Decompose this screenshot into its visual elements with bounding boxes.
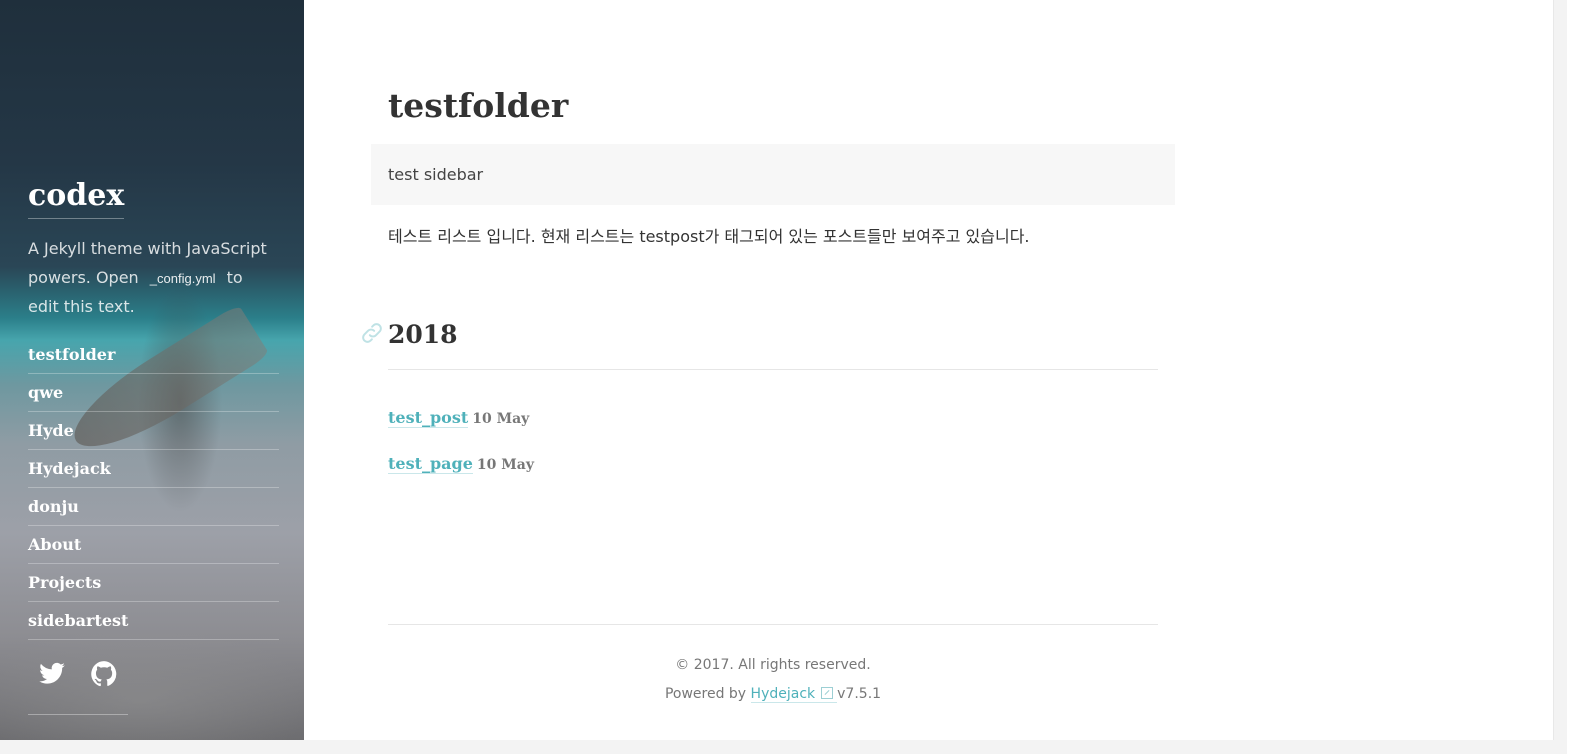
sidebar-item-testfolder[interactable]: testfolder	[28, 337, 279, 374]
horizontal-scrollbar[interactable]	[0, 740, 1567, 754]
anchor-link-icon[interactable]	[359, 320, 385, 346]
vertical-scrollbar[interactable]	[1553, 0, 1568, 740]
sidebar: codex A Jekyll theme with JavaScript pow…	[0, 0, 304, 740]
social-divider	[28, 714, 128, 715]
window-edge	[1567, 0, 1593, 754]
sidebar-nav: testfolder qwe Hyde Hydejack donju About…	[28, 337, 279, 641]
github-icon[interactable]	[90, 660, 118, 688]
version-text: v7.5.1	[837, 686, 882, 702]
sidebar-item-hyde[interactable]: Hyde	[28, 413, 279, 450]
post-link[interactable]: test_post	[388, 408, 469, 428]
twitter-icon[interactable]	[38, 660, 66, 688]
sidebar-item-hydejack[interactable]: Hydejack	[28, 451, 279, 488]
sidebar-item-qwe[interactable]: qwe	[28, 375, 279, 412]
sidebar-item-sidebartest[interactable]: sidebartest	[28, 603, 279, 640]
social-links	[38, 660, 118, 688]
sidebar-callout: test sidebar	[371, 144, 1175, 205]
intro-text: 테스트 리스트 입니다. 현재 리스트는 testpost가 태그되어 있는 포…	[388, 227, 1030, 246]
page-title: testfolder	[388, 86, 569, 125]
post-date: 10 May	[472, 411, 530, 427]
list-item: test_post 10 May	[388, 406, 529, 431]
sidebar-item-donju[interactable]: donju	[28, 489, 279, 526]
hydejack-link[interactable]: Hydejack	[750, 686, 838, 703]
main-content: testfolder test sidebar 테스트 리스트 입니다. 현재 …	[304, 0, 1553, 740]
post-link[interactable]: test_page	[388, 454, 473, 474]
site-title[interactable]: codex	[28, 176, 125, 219]
year-divider	[388, 369, 1158, 370]
sidebar-item-about[interactable]: About	[28, 527, 279, 564]
copyright-text: © 2017. All rights reserved.	[675, 657, 871, 673]
config-file-code: _config.yml	[149, 270, 216, 286]
list-item: test_page 10 May	[388, 452, 534, 477]
footer-divider	[388, 624, 1158, 625]
year-heading: 2018	[388, 320, 458, 349]
powered-by: Powered by Hydejack v7.5.1	[388, 683, 1158, 705]
external-link-icon	[821, 687, 834, 699]
powered-by-prefix: Powered by	[664, 686, 747, 702]
sidebar-item-projects[interactable]: Projects	[28, 565, 279, 602]
post-date: 10 May	[476, 457, 534, 473]
site-description: A Jekyll theme with JavaScript powers. O…	[28, 235, 273, 322]
hydejack-link-label: Hydejack	[750, 686, 816, 702]
